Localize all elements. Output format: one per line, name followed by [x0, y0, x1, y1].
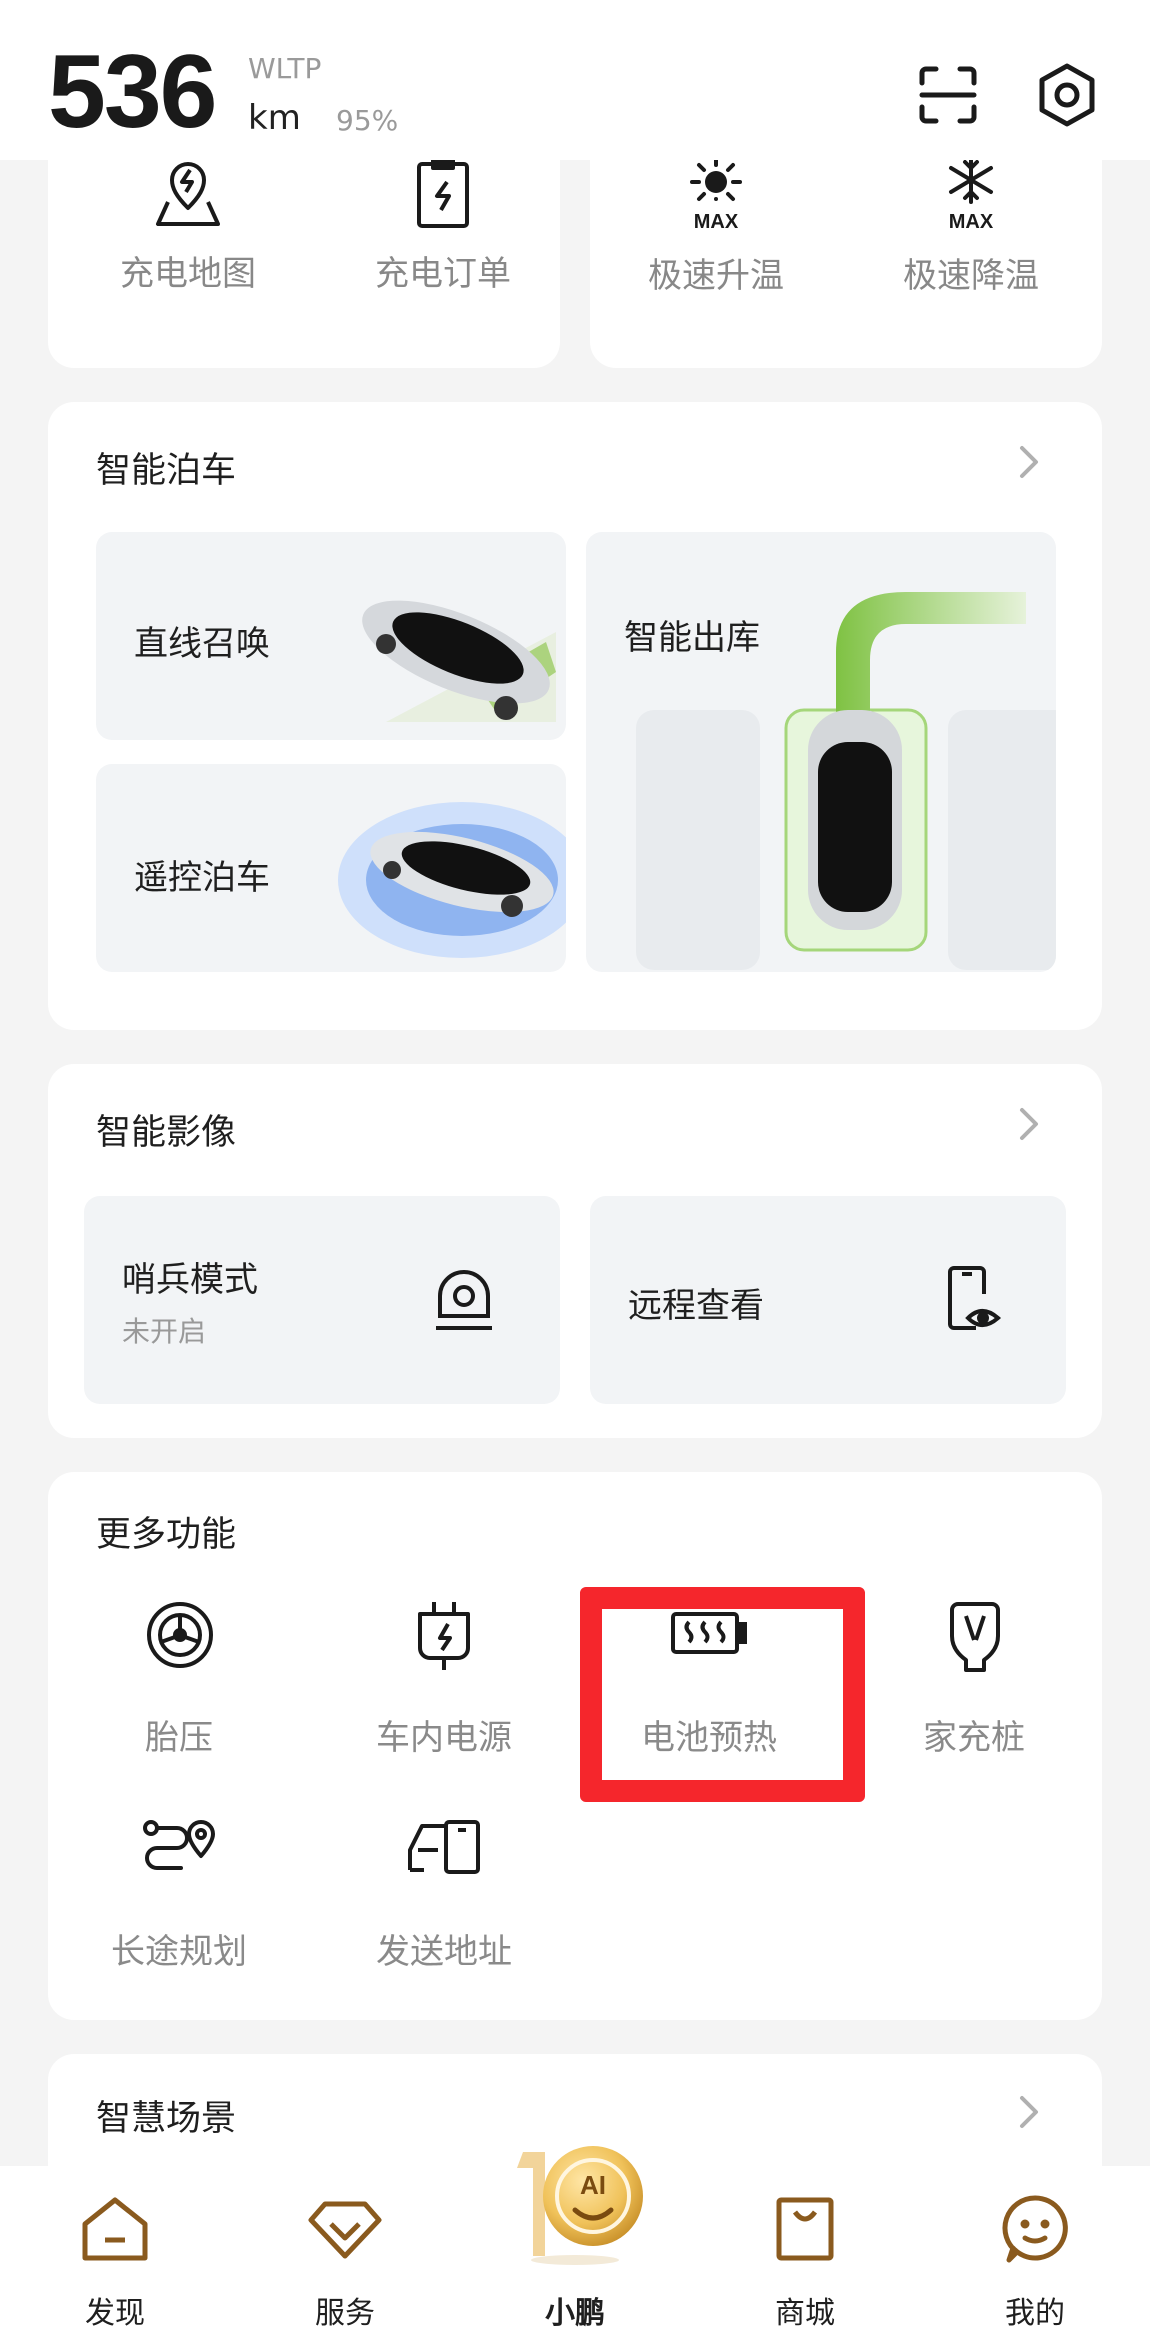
car-remote-illustration — [338, 802, 566, 958]
remote-view-icon — [948, 1266, 1002, 1330]
send-address-icon — [408, 1820, 480, 1874]
more-functions-card: 更多功能 胎压 车内电源 电池预热 家充桩 长途规划 发送地址 — [48, 1472, 1102, 2020]
send-address-button[interactable]: 发送地址 — [334, 1816, 554, 1996]
tire-pressure-button[interactable]: 胎压 — [69, 1600, 289, 1780]
top-header: 536 WLTP km 95% — [0, 0, 1150, 160]
highlight-box — [580, 1587, 865, 1802]
tire-pressure-label: 胎压 — [145, 1718, 213, 1758]
settings-button[interactable] — [1032, 60, 1102, 130]
quick-label: 充电订单 — [375, 254, 511, 294]
nav-profile-label: 我的 — [1005, 2296, 1065, 2331]
nav-mall-label: 商城 — [775, 2296, 835, 2331]
more-functions-title: 更多功能 — [96, 1515, 237, 1555]
route-planning-icon — [143, 1820, 215, 1870]
nav-discover[interactable]: 发现 — [35, 2166, 195, 2352]
max-heat-icon: MAX — [690, 156, 742, 233]
range-standard: WLTP — [248, 52, 322, 85]
route-planning-button[interactable]: 长途规划 — [69, 1816, 289, 1996]
home-charger-button[interactable]: 家充桩 — [864, 1600, 1084, 1780]
service-gem-icon — [308, 2201, 382, 2259]
car-power-plug-icon — [418, 1602, 470, 1670]
nav-service-label: 服务 — [315, 2296, 375, 2331]
send-address-label: 发送地址 — [376, 1932, 512, 1972]
smart-parking-title: 智能泊车 — [96, 451, 237, 491]
quick-label: 极速升温 — [648, 256, 784, 296]
scan-icon — [919, 66, 977, 124]
chevron-right-icon[interactable] — [1008, 2092, 1048, 2132]
smart-scene-title: 智慧场景 — [96, 2099, 237, 2139]
sentry-camera-icon — [436, 1270, 492, 1330]
remote-parking-tile[interactable]: 遥控泊车 — [96, 764, 566, 972]
smart-exit-tile[interactable]: 智能出库 — [586, 532, 1056, 972]
charge-order-button[interactable]: 充电订单 — [333, 156, 553, 295]
car-exit-illustration — [636, 592, 1056, 970]
home-charger-icon — [950, 1602, 1000, 1672]
nav-xpeng[interactable]: AI 小鹏 — [495, 2146, 655, 2352]
nav-xpeng-label: 小鹏 — [545, 2296, 605, 2331]
scan-button[interactable] — [913, 60, 983, 130]
car-power-button[interactable]: 车内电源 — [334, 1600, 554, 1780]
nav-mall[interactable]: 商城 — [725, 2166, 885, 2352]
settings-hexagon-icon — [1039, 63, 1095, 127]
sentry-mode-status: 未开启 — [122, 1315, 207, 1348]
discover-home-icon — [82, 2197, 148, 2261]
charge-order-icon — [417, 158, 469, 228]
remote-view-label: 远程查看 — [628, 1286, 764, 1326]
max-heat-text: MAX — [694, 211, 739, 232]
remote-view-tile[interactable]: 远程查看 — [590, 1196, 1066, 1404]
quick-label: 充电地图 — [120, 254, 256, 294]
quick-label: 极速降温 — [903, 256, 1039, 296]
charge-map-button[interactable]: 充电地图 — [78, 156, 298, 295]
smart-parking-card: 智能泊车 直线召唤 遥控泊车 智能出库 — [48, 402, 1102, 1030]
car-summon-illustration — [362, 600, 556, 722]
bottom-navigation: 发现 服务 AI 小鹏 商城 我的 — [0, 2146, 1150, 2352]
max-cool-icon: MAX — [949, 156, 994, 233]
smart-camera-card: 智能影像 哨兵模式 未开启 远程查看 — [48, 1064, 1102, 1438]
range-unit: km — [248, 98, 301, 138]
range-value: 536 — [48, 34, 218, 150]
chevron-right-icon[interactable] — [1008, 1104, 1048, 1144]
straight-summon-tile[interactable]: 直线召唤 — [96, 532, 566, 740]
max-heat-button[interactable]: MAX 极速升温 — [606, 156, 826, 297]
max-cool-button[interactable]: MAX 极速降温 — [861, 156, 1081, 297]
nav-discover-label: 发现 — [85, 2296, 145, 2331]
max-cool-text: MAX — [949, 211, 994, 232]
xpeng-ai-icon: AI — [517, 2146, 643, 2265]
nav-service[interactable]: 服务 — [265, 2166, 425, 2352]
smart-camera-title: 智能影像 — [96, 1113, 237, 1153]
car-power-label: 车内电源 — [376, 1718, 512, 1758]
battery-percent: 95% — [336, 104, 399, 137]
profile-face-icon — [1002, 2195, 1068, 2263]
route-planning-label: 长途规划 — [111, 1932, 247, 1972]
straight-summon-label: 直线召唤 — [134, 624, 270, 664]
nav-profile[interactable]: 我的 — [955, 2166, 1115, 2352]
tire-pressure-icon — [147, 1602, 213, 1668]
home-charger-label: 家充桩 — [923, 1718, 1025, 1758]
charge-map-icon — [156, 162, 220, 226]
sentry-mode-label: 哨兵模式 — [122, 1260, 258, 1300]
chevron-right-icon[interactable] — [1008, 442, 1048, 482]
sentry-mode-tile[interactable]: 哨兵模式 未开启 — [84, 1196, 560, 1404]
mall-bag-icon — [776, 2197, 834, 2261]
xpeng-ai-badge-text: AI — [580, 2170, 606, 2200]
remote-parking-label: 遥控泊车 — [134, 858, 270, 898]
